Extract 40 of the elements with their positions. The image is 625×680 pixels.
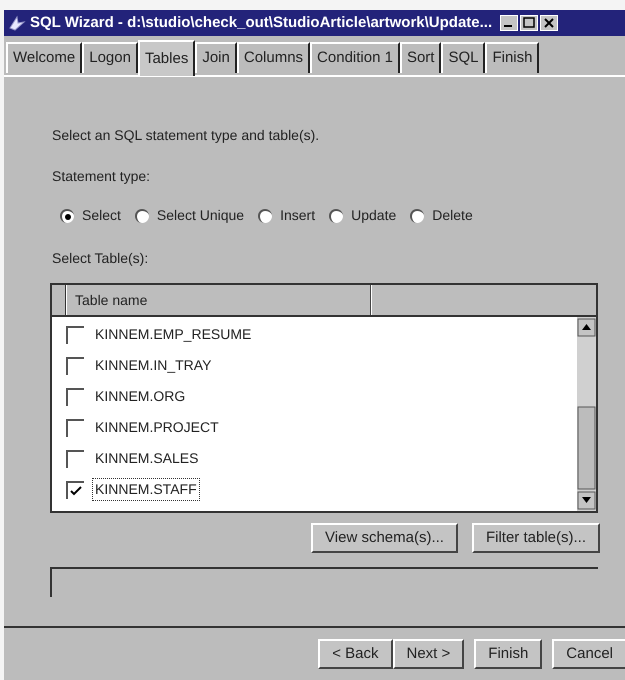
radio-button[interactable] xyxy=(410,208,424,222)
table-name[interactable]: KINNEM.IN_TRAY xyxy=(92,354,214,377)
minimize-icon[interactable] xyxy=(500,15,518,31)
table-name[interactable]: KINNEM.ORG xyxy=(92,385,188,408)
dialog-button[interactable]: Filter table(s)... xyxy=(472,523,600,553)
table-name[interactable]: KINNEM.PROJECT xyxy=(92,416,222,439)
radio-button[interactable] xyxy=(134,208,149,222)
radio-option[interactable]: Insert xyxy=(258,205,316,226)
tab[interactable]: Condition 1 xyxy=(310,42,400,73)
tab[interactable]: Join xyxy=(195,42,237,73)
instruction-text: Select an SQL statement type and table(s). xyxy=(52,126,320,145)
table-name[interactable]: KINNEM.STAFF xyxy=(92,478,200,501)
scrollbar-drawing[interactable] xyxy=(577,317,596,511)
table-name[interactable]: KINNEM.SALES xyxy=(92,447,202,470)
tab[interactable]: Columns xyxy=(236,42,310,73)
radio-option[interactable]: Select xyxy=(60,205,121,226)
dialog-button[interactable]: Cancel xyxy=(552,639,625,669)
close-icon[interactable] xyxy=(540,15,558,31)
radio-button[interactable] xyxy=(258,208,272,222)
tab[interactable]: Sort xyxy=(400,42,442,73)
statement-type-label: Statement type: xyxy=(52,167,152,186)
dialog-button[interactable]: < Back xyxy=(318,639,392,669)
tab[interactable]: Tables xyxy=(138,40,196,76)
radio-button[interactable] xyxy=(60,208,74,222)
radio-option[interactable]: Update xyxy=(329,205,396,226)
maximize-icon[interactable] xyxy=(520,15,538,31)
tab[interactable]: Finish xyxy=(485,42,540,73)
tab[interactable]: Logon xyxy=(82,42,138,73)
radio-option[interactable]: Select Unique xyxy=(134,205,244,226)
radio-button[interactable] xyxy=(329,208,344,222)
tab[interactable]: Welcome xyxy=(6,42,82,73)
dialog-button[interactable]: View schema(s)... xyxy=(311,523,458,553)
table-name[interactable]: KINNEM.EMP_RESUME xyxy=(92,323,254,346)
window-title: SQL Wizard - d:\studio\check_out\StudioArticle\artwork\Update... xyxy=(30,12,492,33)
select-tables-label: Select Table(s): xyxy=(52,249,150,268)
app-icon xyxy=(8,14,26,32)
dialog-button[interactable]: Next > xyxy=(392,639,464,669)
radio-option[interactable]: Delete xyxy=(410,205,473,226)
dialog-button[interactable]: Finish xyxy=(474,639,542,669)
tab[interactable]: SQL xyxy=(441,42,486,73)
